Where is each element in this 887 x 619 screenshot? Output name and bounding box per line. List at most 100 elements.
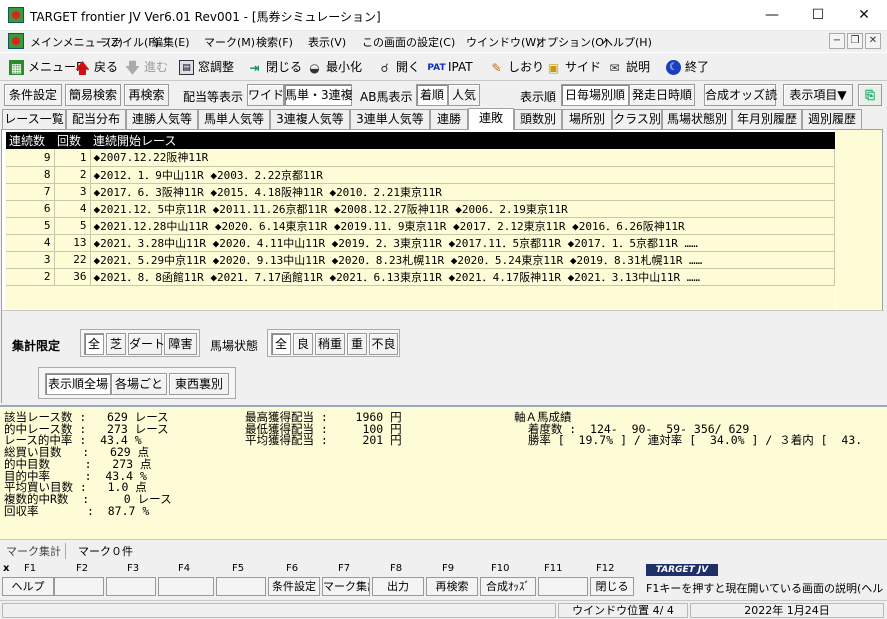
baba-omo-button[interactable]: 重	[347, 333, 367, 355]
back-button[interactable]: 🡅 戻る	[74, 57, 118, 79]
panel-toggle-button[interactable]: ⎘	[858, 84, 882, 106]
tab-sanrentan-ninki[interactable]: 3連単人気等	[350, 109, 430, 129]
cell-streak: 7	[6, 183, 55, 201]
post-time-order-button[interactable]: 発走日時順	[629, 84, 695, 106]
col-start-race[interactable]: 連続開始レース	[90, 132, 835, 149]
chakujun-button[interactable]: 着順	[416, 84, 448, 106]
tab-sanrenpuku-ninki[interactable]: 3連複人気等	[270, 109, 350, 129]
fkey-button-11[interactable]	[538, 577, 588, 596]
fkey-button-1[interactable]: ヘルプ	[2, 577, 54, 596]
menu-search[interactable]: 検索(F)	[256, 34, 293, 50]
filter-area: 集計限定 全 芝 ダート 障害 馬場状態 全 良 稍重 重 不良 表示順全場 各…	[2, 310, 884, 404]
table-row[interactable]: 4 13 ◆2021．3.28中山11R ◆2020．4.11中山11R ◆2019…	[6, 234, 835, 252]
display-items-button[interactable]: 表示項目▼	[783, 84, 853, 106]
wide-button[interactable]: ワイド	[247, 84, 284, 106]
col-count[interactable]: 回数	[54, 132, 90, 149]
menu-option[interactable]: オプション(O)	[536, 34, 608, 50]
ipat-button[interactable]: PAT IPAT	[427, 57, 472, 79]
fkey-label-12: F12	[596, 563, 615, 574]
menu-file[interactable]: ファイル(F)	[100, 34, 159, 50]
mdi-minimize-button[interactable]: −	[829, 33, 845, 49]
fkey-label-5: F5	[232, 563, 245, 574]
col-streak[interactable]: 連続数	[6, 132, 54, 149]
table-row[interactable]: 2 36 ◆2021．8．8函館11R ◆2021．7.17函館11R ◆2021．…	[6, 268, 835, 286]
side-button[interactable]: ▣ サイド	[545, 57, 601, 79]
course-hurdle-button[interactable]: 障害	[164, 333, 197, 355]
tab-weekly[interactable]: 週別履歴	[802, 109, 862, 129]
daily-venue-order-button[interactable]: 日毎場別順	[561, 84, 629, 106]
menu-edit[interactable]: 編集(E)	[152, 34, 190, 50]
research-button[interactable]: 再検索	[124, 84, 169, 106]
tab-race-list[interactable]: レース一覧	[2, 109, 66, 129]
ninki-button[interactable]: 人気	[448, 84, 480, 106]
minimize-window-button[interactable]: —	[749, 0, 795, 31]
condition-setting-button[interactable]: 条件設定	[4, 84, 62, 106]
tab-umatan-ninki[interactable]: 馬単人気等	[198, 109, 270, 129]
course-dirt-button[interactable]: ダート	[128, 333, 165, 355]
tab-rensho[interactable]: 連勝	[430, 109, 468, 129]
view-each-button[interactable]: 各場ごと	[111, 373, 167, 395]
composite-odds-button[interactable]: 合成オッズ読	[704, 84, 777, 106]
fkey-button-12[interactable]: 閉じる	[590, 577, 634, 596]
table-row[interactable]: 9 1 ◆2007.12.22阪神11R	[6, 149, 835, 167]
baba-all-button[interactable]: 全	[271, 333, 291, 355]
tab-payout-dist[interactable]: 配当分布	[66, 109, 126, 129]
baba-yayaomo-button[interactable]: 稍重	[315, 333, 345, 355]
table-row[interactable]: 5 5 ◆2021.12.28中山11R ◆2020．6.14東京11R ◆2019…	[6, 217, 835, 235]
maximize-window-button[interactable]: ☐	[795, 0, 841, 31]
fkey-button-8[interactable]: 出力	[372, 577, 424, 596]
course-turf-button[interactable]: 芝	[106, 333, 126, 355]
simple-search-button[interactable]: 簡易検索	[65, 84, 121, 106]
menu-view[interactable]: 表示(V)	[308, 34, 346, 50]
view-eastwest-button[interactable]: 東西裏別	[169, 373, 229, 395]
help-hint: F1キーを押すと現在開いている画面の説明(ヘル	[646, 582, 884, 595]
mdi-restore-button[interactable]: ❐	[847, 33, 863, 49]
tab-tosu[interactable]: 頭数別	[514, 109, 562, 129]
menu-mark[interactable]: マーク(M)	[204, 34, 255, 50]
tab-monthly[interactable]: 年月別履歴	[732, 109, 802, 129]
exit-button[interactable]: ☾ 終了	[665, 57, 709, 79]
bookmark-button[interactable]: ✎ しおり	[488, 57, 544, 79]
toolbar: ▦ メニューP 🡅 戻る 🡇 進む ▤ 窓調整 ⇥ 閉じる ◒ 最小化 ☌ 開く PAT IPA…	[0, 52, 887, 81]
fkey-button-5[interactable]	[216, 577, 266, 596]
summary-col1: 該当レース数 : 629 レース 的中レース数 : 273 レース レース的中率 :…	[4, 411, 172, 517]
aggregate-label: 集計限定	[12, 339, 61, 353]
menu-window[interactable]: ウインドウ(W)	[466, 34, 540, 50]
table-row[interactable]: 7 3 ◆2017．6．3阪神11R ◆2015．4.18阪神11R ◆2010．2…	[6, 183, 835, 201]
fkey-button-9[interactable]: 再検索	[426, 577, 478, 596]
option-row: 条件設定 簡易検索 再検索 配当等表示 ワイド 馬単・3連複 AB馬表示 着順 …	[0, 82, 887, 108]
explain-button[interactable]: ✉ 説明	[606, 57, 650, 79]
fkey-button-6[interactable]: 条件設定	[268, 577, 320, 596]
fkey-button-3[interactable]	[106, 577, 156, 596]
course-all-button[interactable]: 全	[84, 333, 104, 355]
umatan-sanrenpuku-button[interactable]: 馬単・3連複	[284, 84, 353, 106]
fkey-button-4[interactable]	[158, 577, 214, 596]
menu-p-button[interactable]: ▦ メニューP	[8, 57, 83, 79]
mdi-close-button[interactable]: ✕	[865, 33, 881, 49]
tab-renpai[interactable]: 連敗	[468, 108, 514, 130]
tab-basho[interactable]: 場所別	[562, 109, 612, 129]
table-row[interactable]: 8 2 ◆2012．1．9中山11R ◆2003．2.22京都11R	[6, 166, 835, 184]
fkey-button-2[interactable]	[54, 577, 104, 596]
forward-button[interactable]: 🡇 進む	[124, 57, 168, 79]
tab-rensho-ninki[interactable]: 連勝人気等	[126, 109, 198, 129]
table-row[interactable]: 6 4 ◆2021.12．5中京11R ◆2011.11.26京都11R ◆2008…	[6, 200, 835, 218]
mark-summary-label[interactable]: マーク集計	[6, 543, 66, 559]
close-button[interactable]: ⇥ 閉じる	[246, 57, 302, 79]
menu-help[interactable]: ヘルプ(H)	[602, 34, 652, 50]
fkey-button-7[interactable]: マーク集計	[322, 577, 370, 596]
baba-good-button[interactable]: 良	[293, 333, 313, 355]
tab-baba[interactable]: 馬場状態別	[662, 109, 732, 129]
title-bar: TARGET frontier JV Ver6.01 Rev001 - [馬券シ…	[0, 0, 887, 31]
table-row[interactable]: 3 22 ◆2021．5.29中京11R ◆2020．9.13中山11R ◆2020…	[6, 251, 835, 269]
minimize-button[interactable]: ◒ 最小化	[306, 57, 362, 79]
open-button[interactable]: ☌ 開く	[376, 57, 420, 79]
baba-furyo-button[interactable]: 不良	[369, 333, 398, 355]
view-all-button[interactable]: 表示順全場	[45, 373, 111, 395]
fkey-x: x	[3, 563, 10, 574]
window-adjust-button[interactable]: ▤ 窓調整	[178, 57, 234, 79]
tab-class[interactable]: クラス別	[612, 109, 662, 129]
fkey-button-10[interactable]: 合成ｵｯｽﾞ	[480, 577, 536, 596]
menu-screen-settings[interactable]: この画面の設定(C)	[362, 34, 455, 50]
close-window-button[interactable]: ✕	[841, 0, 887, 31]
